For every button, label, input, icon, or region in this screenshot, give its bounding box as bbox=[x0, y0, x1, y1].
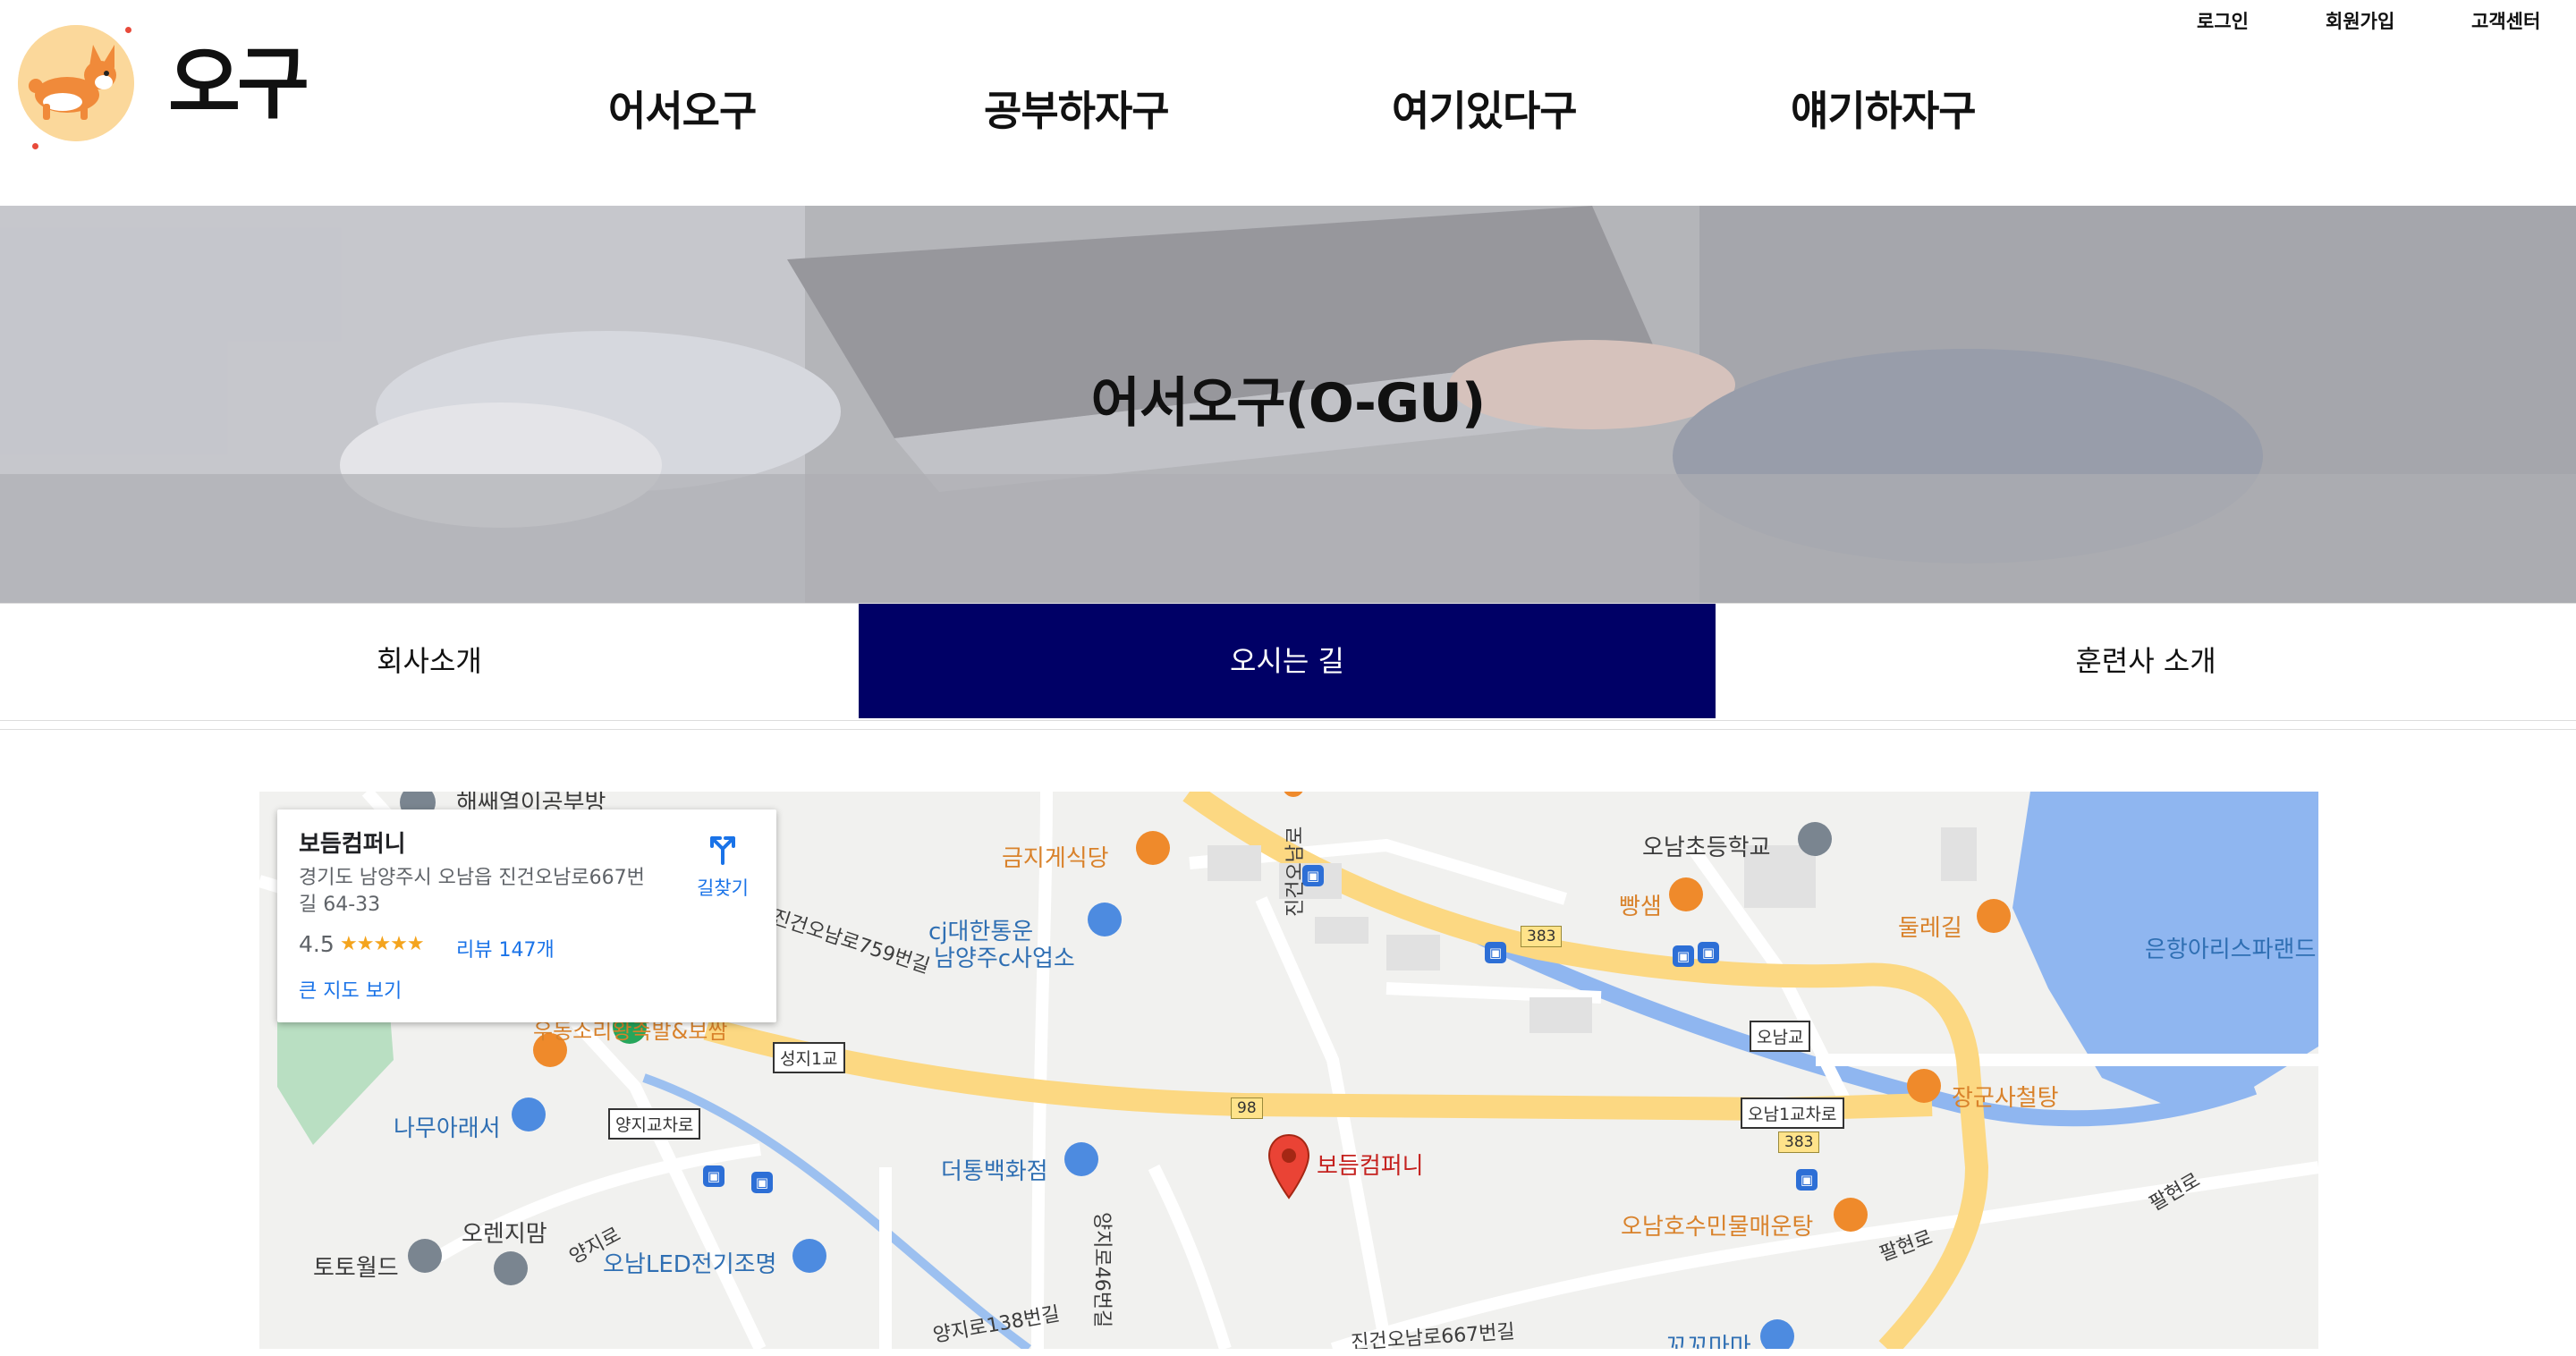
place-pin-icon[interactable] bbox=[408, 1239, 442, 1273]
map-label-restaurant: 오남호수민물매운탕 bbox=[1621, 1214, 1814, 1241]
reviews-link[interactable]: 리뷰 147개 bbox=[456, 934, 555, 962]
map-label-department-store: 더통백화점 bbox=[941, 1158, 1048, 1185]
bakery-pin-icon[interactable] bbox=[1669, 877, 1703, 911]
shop-pin-icon[interactable] bbox=[792, 1239, 826, 1273]
nav-community[interactable]: 얘기하자구 bbox=[1791, 79, 1977, 138]
map-label-restaurant: 장군사철탕 bbox=[1952, 1085, 2059, 1112]
sub-tabs: 회사소개 오시는 길 훈련사 소개 bbox=[0, 603, 2576, 721]
rating-stars-icon: ★★★★★ bbox=[340, 933, 425, 955]
map-label-apartment: 은항아리스파랜드 bbox=[2145, 936, 2317, 963]
selected-location-marker-icon[interactable] bbox=[1267, 1133, 1311, 1199]
directions-label: 길찾기 bbox=[697, 877, 749, 899]
intersection-sign: 오남1교차로 bbox=[1741, 1098, 1844, 1129]
directions-button[interactable]: 길찾기 bbox=[687, 831, 758, 901]
map-label-school: 오남초등학교 bbox=[1642, 835, 1771, 861]
restaurant-pin-icon[interactable] bbox=[1136, 831, 1170, 865]
bus-stop-icon[interactable]: ▣ bbox=[1485, 942, 1506, 963]
route-number: 383 bbox=[1778, 1131, 1820, 1153]
intersection-sign: 오남교 bbox=[1750, 1021, 1811, 1052]
shop-pin-icon[interactable] bbox=[1064, 1142, 1098, 1176]
view-larger-map-link[interactable]: 큰 지도 보기 bbox=[299, 975, 402, 1004]
restaurant-pin-icon[interactable] bbox=[1834, 1198, 1868, 1232]
nav-study[interactable]: 공부하자구 bbox=[984, 79, 1170, 138]
login-link[interactable]: 로그인 bbox=[2197, 7, 2249, 34]
logo-dot bbox=[32, 143, 38, 149]
bus-stop-icon[interactable]: ▣ bbox=[1796, 1169, 1818, 1191]
place-address: 경기도 남양주시 오남읍 진건오남로667번길 64-33 bbox=[299, 867, 645, 916]
map-label-bakery: 빵샘 bbox=[1619, 894, 1662, 920]
tab-trainer-intro[interactable]: 훈련사 소개 bbox=[1716, 604, 2576, 718]
nav-welcome[interactable]: 어서오구 bbox=[608, 79, 757, 138]
site-logo-text[interactable]: 오구 bbox=[168, 45, 309, 123]
bus-stop-icon[interactable]: ▣ bbox=[703, 1165, 724, 1187]
place-name: 보듬컴퍼니 bbox=[299, 831, 406, 858]
restaurant-pin-icon[interactable] bbox=[1977, 899, 2011, 933]
signup-link[interactable]: 회원가입 bbox=[2326, 7, 2394, 34]
restaurant-pin-icon[interactable] bbox=[1907, 1069, 1941, 1103]
tab-directions[interactable]: 오시는 길 bbox=[859, 604, 1716, 718]
customer-center-link[interactable]: 고객센터 bbox=[2471, 7, 2540, 34]
shop-pin-icon[interactable] bbox=[1760, 1319, 1794, 1349]
map-label-road: 양지로46번길 bbox=[1090, 1212, 1113, 1328]
shop-pin-icon[interactable] bbox=[1088, 903, 1122, 936]
tab-company-intro[interactable]: 회사소개 bbox=[0, 604, 859, 718]
map-label-cj-branch: 남양주c사업소 bbox=[934, 945, 1075, 972]
intersection-sign: 성지1교 bbox=[773, 1042, 845, 1073]
place-rating: 4.5 bbox=[299, 931, 335, 957]
map-label-namu: 나무아래서 bbox=[394, 1115, 501, 1142]
logo-dot bbox=[125, 27, 131, 33]
map-label-place: 오렌지맘 bbox=[462, 1221, 547, 1248]
hero-banner: 어서오구(O-GU) bbox=[0, 206, 2576, 603]
route-number: 383 bbox=[1521, 926, 1563, 947]
map-label-restaurant: 금지게식당 bbox=[1002, 845, 1109, 872]
page-title: 어서오구(O-GU) bbox=[1090, 372, 1487, 435]
place-info-card: 보듬컴퍼니 경기도 남양주시 오남읍 진건오남로667번길 64-33 4.5 … bbox=[277, 809, 776, 1022]
bus-stop-icon[interactable]: ▣ bbox=[751, 1172, 773, 1193]
bus-stop-icon[interactable]: ▣ bbox=[1673, 945, 1694, 967]
corgi-logo-icon[interactable] bbox=[18, 25, 134, 141]
directions-arrow-icon bbox=[710, 836, 735, 865]
map-label-road: 진건오남로 bbox=[1284, 826, 1307, 917]
school-pin-icon[interactable] bbox=[1798, 822, 1832, 856]
map-label-bodeum: 보듬컴퍼니 bbox=[1317, 1153, 1424, 1180]
map-label-place: 토토월드 bbox=[313, 1255, 399, 1282]
map-label-shop: 오남LED전기조명 bbox=[603, 1251, 777, 1278]
site-header: 오구 로그인 회원가입 고객센터 어서오구 공부하자구 여기있다구 얘기하자구 bbox=[0, 0, 2576, 206]
map-label-dullegil: 둘레길 bbox=[1898, 915, 1962, 942]
intersection-sign: 양지교차로 bbox=[608, 1108, 701, 1140]
shop-pin-icon[interactable] bbox=[512, 1098, 546, 1131]
bus-stop-icon[interactable]: ▣ bbox=[1698, 942, 1719, 963]
route-number: 98 bbox=[1231, 1098, 1263, 1119]
map-label-shop: 꼬꼬마마 bbox=[1665, 1334, 1751, 1349]
place-pin-icon[interactable] bbox=[494, 1251, 528, 1285]
nav-location[interactable]: 여기있다구 bbox=[1392, 79, 1578, 138]
